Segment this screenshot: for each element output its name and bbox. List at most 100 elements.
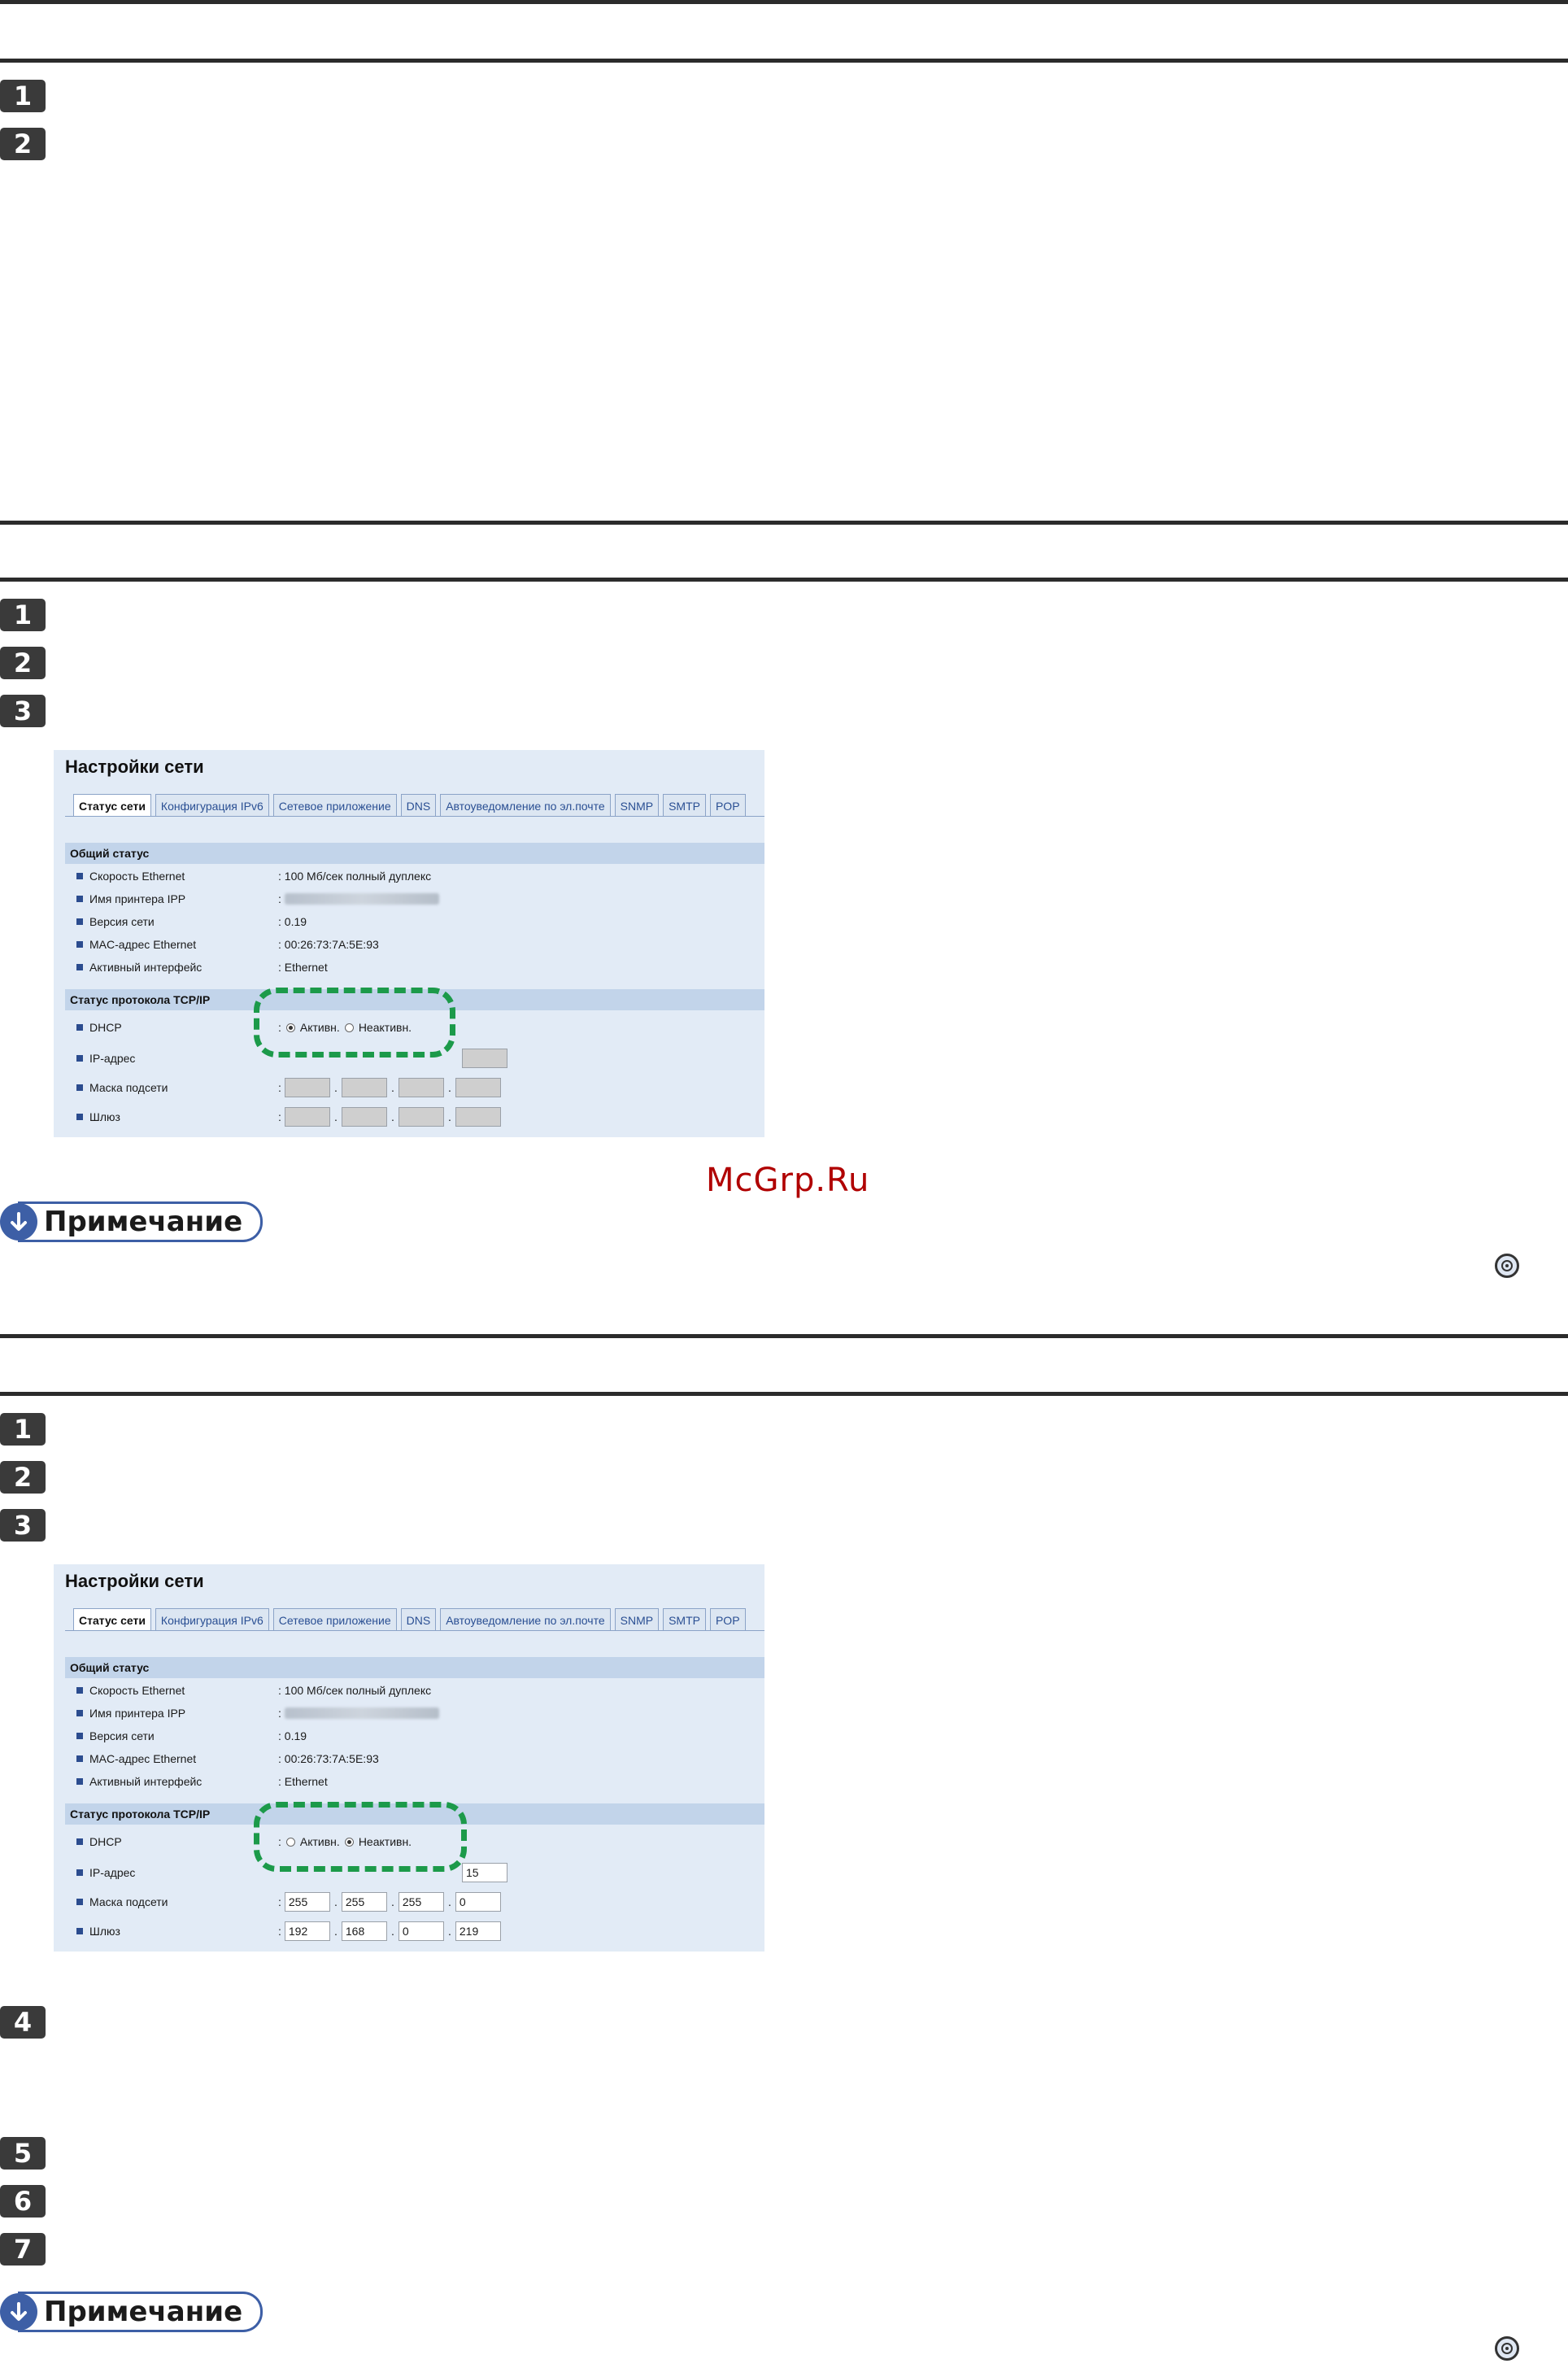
section-2-top-rule bbox=[0, 521, 1568, 525]
gateway-octet-1[interactable] bbox=[284, 1107, 330, 1127]
ip-label: IP-адрес bbox=[89, 1052, 136, 1065]
gateway-octet-4[interactable]: 219 bbox=[455, 1921, 501, 1941]
bullet-icon bbox=[76, 941, 83, 948]
bullet-icon bbox=[76, 873, 83, 879]
note-callout: Примечание bbox=[0, 2292, 264, 2332]
step-1-badge: 1 bbox=[0, 80, 46, 112]
gateway-octet-3[interactable] bbox=[398, 1107, 444, 1127]
bullet-icon bbox=[76, 1778, 83, 1785]
ethernet-speed-label: Скорость Ethernet bbox=[89, 870, 185, 883]
row-label: Активный интерфейс bbox=[76, 958, 202, 976]
tab-email-notify[interactable]: Автоуведомление по эл.почте bbox=[440, 1608, 611, 1631]
section-1-top-rule bbox=[0, 0, 1568, 4]
gateway-octet-3[interactable]: 0 bbox=[398, 1921, 444, 1941]
tab-bar: Статус сети Конфигурация IPv6 Сетевое пр… bbox=[73, 1608, 746, 1631]
gateway-fields: :... bbox=[278, 1107, 501, 1127]
gateway-fields: :192. 168. 0. 219 bbox=[278, 1921, 501, 1941]
tab-network-app[interactable]: Сетевое приложение bbox=[272, 794, 397, 817]
bullet-icon bbox=[76, 1687, 83, 1694]
mac-label: MAC-адрес Ethernet bbox=[89, 938, 197, 951]
section-3-rule bbox=[0, 1392, 1568, 1396]
tab-pop[interactable]: POP bbox=[709, 794, 746, 817]
step-1-badge: 1 bbox=[0, 1413, 46, 1446]
tab-smtp[interactable]: SMTP bbox=[663, 794, 706, 817]
ip-octet-4[interactable]: 15 bbox=[462, 1863, 507, 1882]
row-label: MAC-адрес Ethernet bbox=[76, 935, 196, 953]
ip-label: IP-адрес bbox=[89, 1866, 136, 1879]
gateway-octet-1[interactable]: 192 bbox=[284, 1921, 330, 1941]
tab-pop[interactable]: POP bbox=[709, 1608, 746, 1631]
dhcp-highlight bbox=[254, 988, 455, 1058]
gateway-octet-2[interactable] bbox=[341, 1107, 387, 1127]
ipp-name-colon: : bbox=[278, 892, 281, 905]
general-status-header: Общий статус bbox=[65, 843, 764, 864]
tab-network-status[interactable]: Статус сети bbox=[73, 1608, 151, 1631]
step-1-badge: 1 bbox=[0, 599, 46, 631]
row-label: IP-адрес bbox=[76, 1049, 135, 1067]
note-label: Примечание bbox=[18, 1201, 264, 1242]
ipp-name-label: Имя принтера IPP bbox=[89, 1707, 186, 1720]
step-2-badge: 2 bbox=[0, 647, 46, 679]
mask-octet-2[interactable] bbox=[341, 1078, 387, 1097]
ipp-name-value: : bbox=[278, 890, 439, 908]
ethernet-speed-value: : 100 Мб/сек полный дуплекс bbox=[278, 870, 432, 883]
tab-snmp[interactable]: SNMP bbox=[614, 1608, 660, 1631]
bullet-icon bbox=[76, 1024, 83, 1031]
network-version-value: : 0.19 bbox=[278, 1729, 307, 1742]
mask-octet-1[interactable] bbox=[284, 1078, 330, 1097]
step-2-badge: 2 bbox=[0, 128, 46, 160]
tab-ipv6-config[interactable]: Конфигурация IPv6 bbox=[155, 794, 269, 817]
step-3-badge: 3 bbox=[0, 695, 46, 727]
tab-network-status[interactable]: Статус сети bbox=[73, 794, 151, 817]
row-label: Версия сети bbox=[76, 913, 155, 931]
mask-fields: :... bbox=[278, 1078, 501, 1097]
mac-value: : 00:26:73:7A:5E:93 bbox=[278, 1752, 379, 1765]
mask-octet-4[interactable] bbox=[455, 1078, 501, 1097]
tab-ipv6-config[interactable]: Конфигурация IPv6 bbox=[155, 1608, 269, 1631]
row-label: Имя принтера IPP bbox=[76, 890, 185, 908]
network-settings-screenshot-1: Настройки сети Статус сети Конфигурация … bbox=[54, 750, 764, 1137]
page-title: Настройки сети bbox=[65, 1571, 204, 1591]
ipp-name-value: : bbox=[278, 1704, 439, 1722]
row-label: Шлюз bbox=[76, 1922, 120, 1940]
tab-network-app[interactable]: Сетевое приложение bbox=[272, 1608, 397, 1631]
note-callout: Примечание bbox=[0, 1201, 264, 1242]
note-label: Примечание bbox=[18, 2292, 264, 2332]
ip-fields bbox=[462, 1049, 507, 1068]
bullet-icon bbox=[76, 896, 83, 902]
active-interface-label: Активный интерфейс bbox=[89, 961, 203, 974]
bullet-icon bbox=[76, 1928, 83, 1934]
tab-dns[interactable]: DNS bbox=[400, 1608, 437, 1631]
step-4-badge: 4 bbox=[0, 2006, 46, 2039]
network-settings-screenshot-2: Настройки сети Статус сети Конфигурация … bbox=[54, 1564, 764, 1952]
bullet-icon bbox=[76, 918, 83, 925]
tab-email-notify[interactable]: Автоуведомление по эл.почте bbox=[440, 794, 611, 817]
mask-octet-2[interactable]: 255 bbox=[341, 1892, 387, 1912]
gateway-octet-4[interactable] bbox=[455, 1107, 501, 1127]
tab-snmp[interactable]: SNMP bbox=[614, 794, 660, 817]
page-title: Настройки сети bbox=[65, 757, 204, 777]
mac-label: MAC-адрес Ethernet bbox=[89, 1752, 197, 1765]
ip-fields: 15 bbox=[462, 1863, 507, 1882]
mask-octet-3[interactable] bbox=[398, 1078, 444, 1097]
tab-dns[interactable]: DNS bbox=[400, 794, 437, 817]
bullet-icon bbox=[76, 1733, 83, 1739]
dhcp-label: DHCP bbox=[89, 1021, 122, 1034]
tab-divider bbox=[65, 1630, 764, 1631]
gateway-octet-2[interactable]: 168 bbox=[341, 1921, 387, 1941]
tab-smtp[interactable]: SMTP bbox=[663, 1608, 706, 1631]
bullet-icon bbox=[76, 1869, 83, 1876]
row-label: Версия сети bbox=[76, 1727, 155, 1745]
row-label: Скорость Ethernet bbox=[76, 1681, 185, 1699]
disc-reference-icon bbox=[1495, 2336, 1519, 2361]
ip-octet-4[interactable] bbox=[462, 1049, 507, 1068]
row-label: Скорость Ethernet bbox=[76, 867, 185, 885]
step-2-badge: 2 bbox=[0, 1461, 46, 1494]
bullet-icon bbox=[76, 964, 83, 970]
tab-divider bbox=[65, 816, 764, 817]
step-7-badge: 7 bbox=[0, 2233, 46, 2266]
mask-octet-3[interactable]: 255 bbox=[398, 1892, 444, 1912]
mask-octet-4[interactable]: 0 bbox=[455, 1892, 501, 1912]
step-5-badge: 5 bbox=[0, 2137, 46, 2170]
mask-octet-1[interactable]: 255 bbox=[284, 1892, 330, 1912]
